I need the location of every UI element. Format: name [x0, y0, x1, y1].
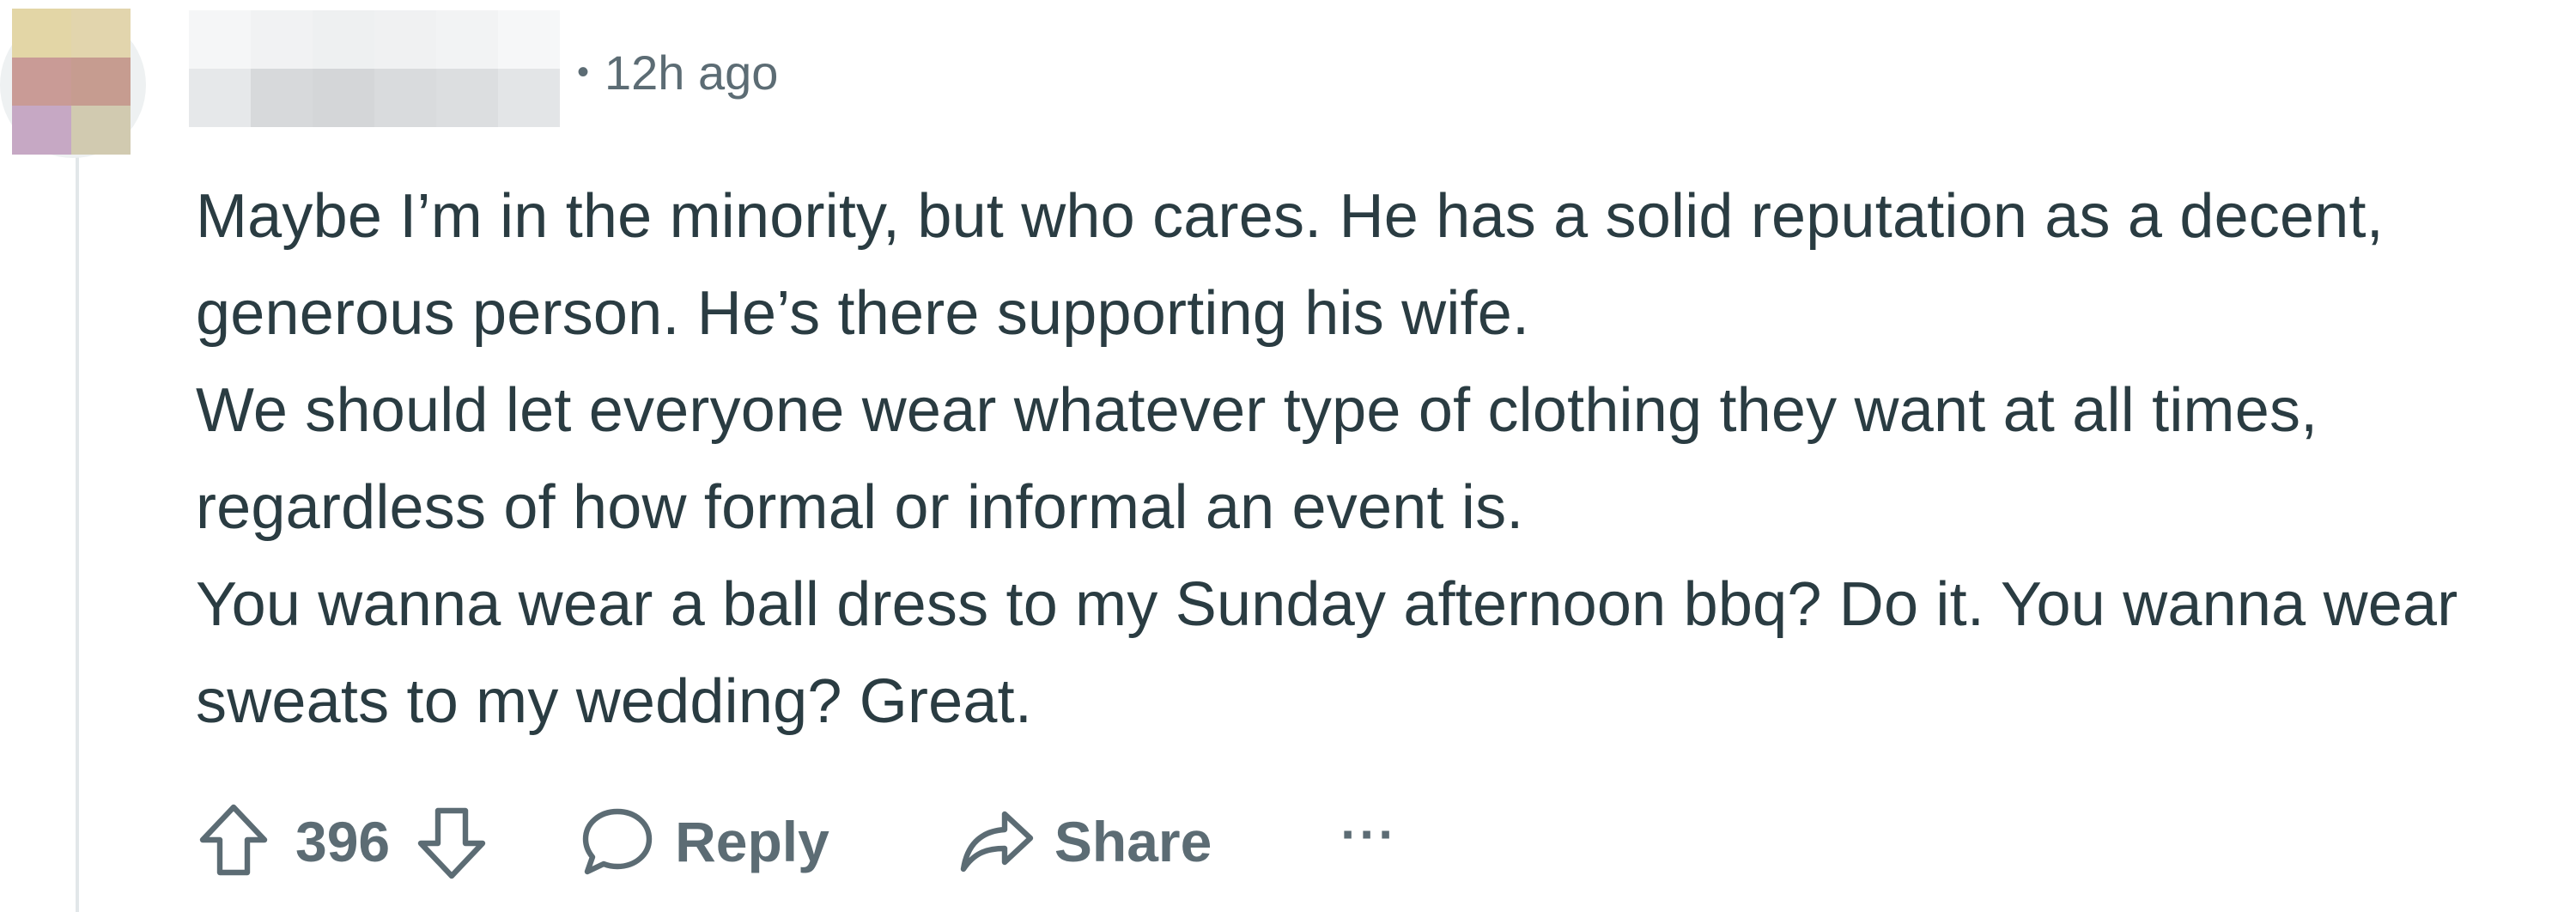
comment-paragraph: You wanna wear a ball dress to my Sunday…	[196, 570, 2458, 736]
thread-line	[76, 155, 79, 912]
reply-label: Reply	[675, 810, 829, 873]
meta-separator: •	[577, 52, 590, 91]
comment-actions: 396 Reply Share ···	[196, 790, 1397, 893]
share-arrow-icon	[958, 807, 1036, 876]
comment-meta: • 12h ago	[577, 38, 778, 106]
avatar[interactable]	[12, 9, 131, 155]
arrow-up-icon[interactable]	[196, 802, 271, 881]
vote-group: 396	[196, 802, 489, 881]
comment-body: Maybe I’m in the minority, but who cares…	[196, 168, 2531, 751]
speech-bubble-icon	[579, 805, 656, 879]
vote-count: 396	[295, 810, 391, 873]
reply-button[interactable]: Reply	[579, 805, 829, 879]
arrow-down-icon[interactable]	[414, 802, 489, 881]
comment-paragraph: We should let everyone wear whatever typ…	[196, 376, 2318, 542]
comment-paragraph: Maybe I’m in the minority, but who cares…	[196, 182, 2384, 348]
share-button[interactable]: Share	[958, 807, 1212, 876]
comment-timestamp[interactable]: 12h ago	[605, 45, 778, 100]
share-label: Share	[1054, 810, 1212, 873]
redacted-username[interactable]	[189, 10, 560, 127]
ellipsis-icon[interactable]: ···	[1340, 805, 1397, 864]
